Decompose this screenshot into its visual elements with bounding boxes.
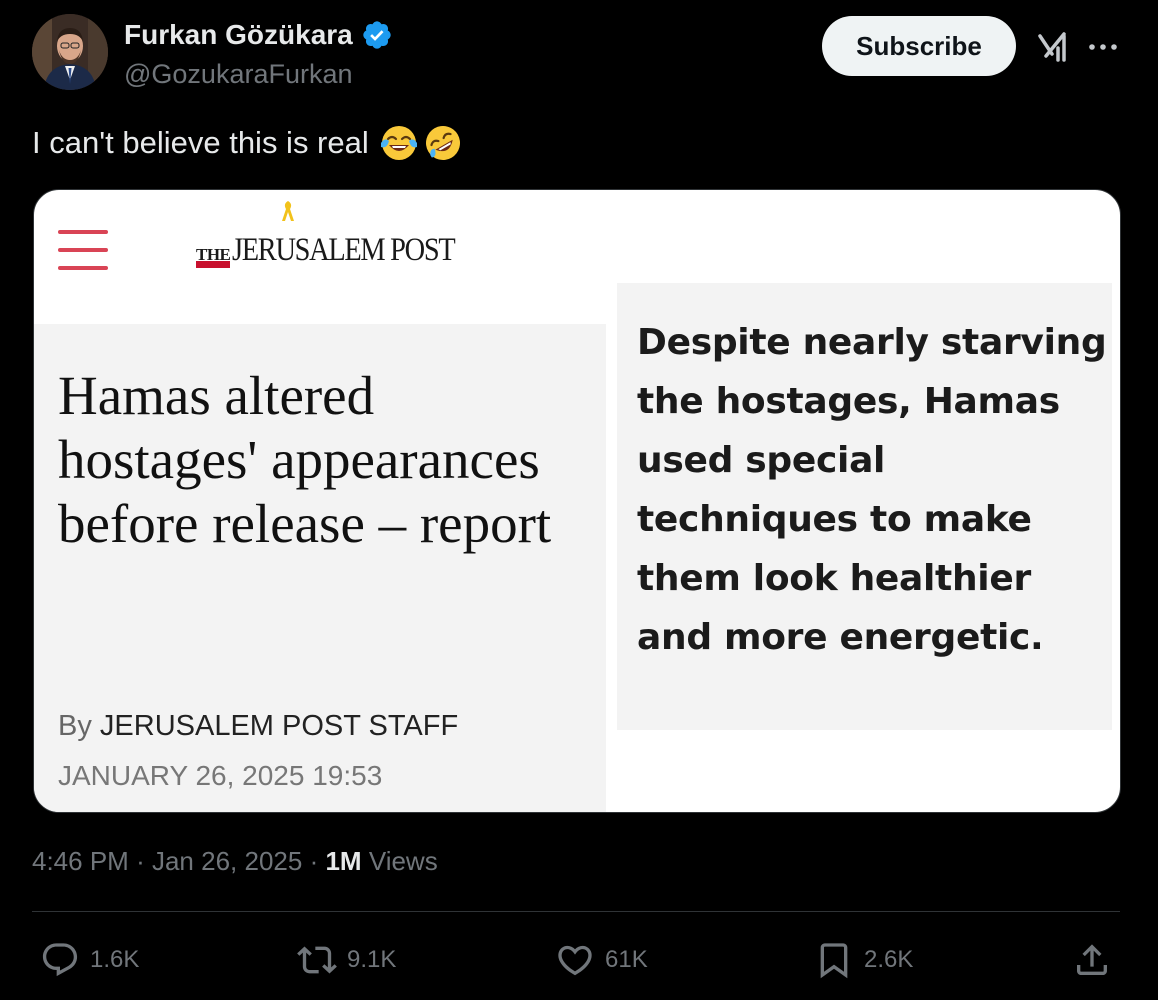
- byline-author: JERUSALEM POST STAFF: [99, 710, 459, 742]
- profile-photo-icon: [32, 14, 108, 90]
- article-headline: Hamas altered hostages' appearances befo…: [58, 365, 552, 554]
- author-name[interactable]: Furkan Gözükara: [124, 16, 393, 54]
- author-handle[interactable]: @GozukaraFurkan: [124, 56, 353, 92]
- tweet-date[interactable]: Jan 26, 2025: [152, 846, 302, 876]
- divider: [32, 911, 1120, 912]
- grok-icon[interactable]: [1034, 26, 1074, 66]
- views-label: Views: [368, 846, 438, 876]
- article-date: JANUARY 26, 2025 19:53: [58, 760, 383, 791]
- reply-count: 1.6K: [90, 946, 140, 973]
- more-dots-icon[interactable]: [1086, 30, 1120, 64]
- media-image[interactable]: THE JERUSALEM POST Hamas altered hostage…: [33, 189, 1121, 813]
- face-with-tears-of-joy-icon: [380, 126, 417, 160]
- bookmark-button[interactable]: 2.6K: [814, 938, 913, 982]
- article-quote-panel: Despite nearly starving the hostages, Ha…: [617, 283, 1112, 730]
- yellow-ribbon-icon: [282, 201, 294, 221]
- logo-the: THE: [196, 240, 231, 270]
- tweet-detail: Furkan Gözükara @GozukaraFurkan Subscrib…: [0, 0, 1158, 1000]
- reply-icon: [42, 943, 78, 977]
- tweet-text: I can't believe this is real: [32, 120, 463, 166]
- share-button[interactable]: [1072, 938, 1112, 982]
- repost-button[interactable]: 9.1K: [297, 938, 396, 982]
- bookmark-count: 2.6K: [864, 946, 914, 973]
- tweet-time[interactable]: 4:46 PM: [32, 846, 129, 876]
- author-name-text: Furkan Gözükara: [124, 19, 353, 50]
- repost-count: 9.1K: [347, 946, 397, 973]
- share-icon: [1077, 944, 1107, 975]
- tweet-meta: 4:46 PM · Jan 26, 2025 · 1M Views: [32, 842, 438, 880]
- article-header-panel: Hamas altered hostages' appearances befo…: [34, 324, 606, 812]
- logo-name: JERUSALEM POST: [232, 232, 456, 268]
- article-byline: By JERUSALEM POST STAFF: [58, 706, 458, 746]
- article-quote: Despite nearly starving the hostages, Ha…: [637, 322, 1107, 658]
- views-count: 1M: [325, 846, 362, 876]
- meta-separator: ·: [309, 846, 319, 876]
- repost-icon: [297, 946, 337, 974]
- heart-icon: [558, 945, 592, 976]
- verified-badge-icon[interactable]: [361, 19, 393, 51]
- rolling-on-floor-laughing-icon: [425, 126, 460, 160]
- like-count: 61K: [605, 946, 648, 973]
- bookmark-icon: [820, 943, 848, 979]
- hamburger-menu-icon: [58, 228, 108, 272]
- reply-button[interactable]: 1.6K: [40, 938, 139, 982]
- like-button[interactable]: 61K: [555, 938, 648, 982]
- jerusalem-post-logo: THE JERUSALEM POST: [196, 226, 491, 270]
- tweet-text-body: I can't believe this is real: [32, 125, 369, 160]
- subscribe-button[interactable]: Subscribe: [822, 16, 1016, 76]
- byline-prefix: By: [58, 710, 92, 742]
- meta-separator: ·: [136, 846, 145, 876]
- avatar[interactable]: [32, 14, 108, 90]
